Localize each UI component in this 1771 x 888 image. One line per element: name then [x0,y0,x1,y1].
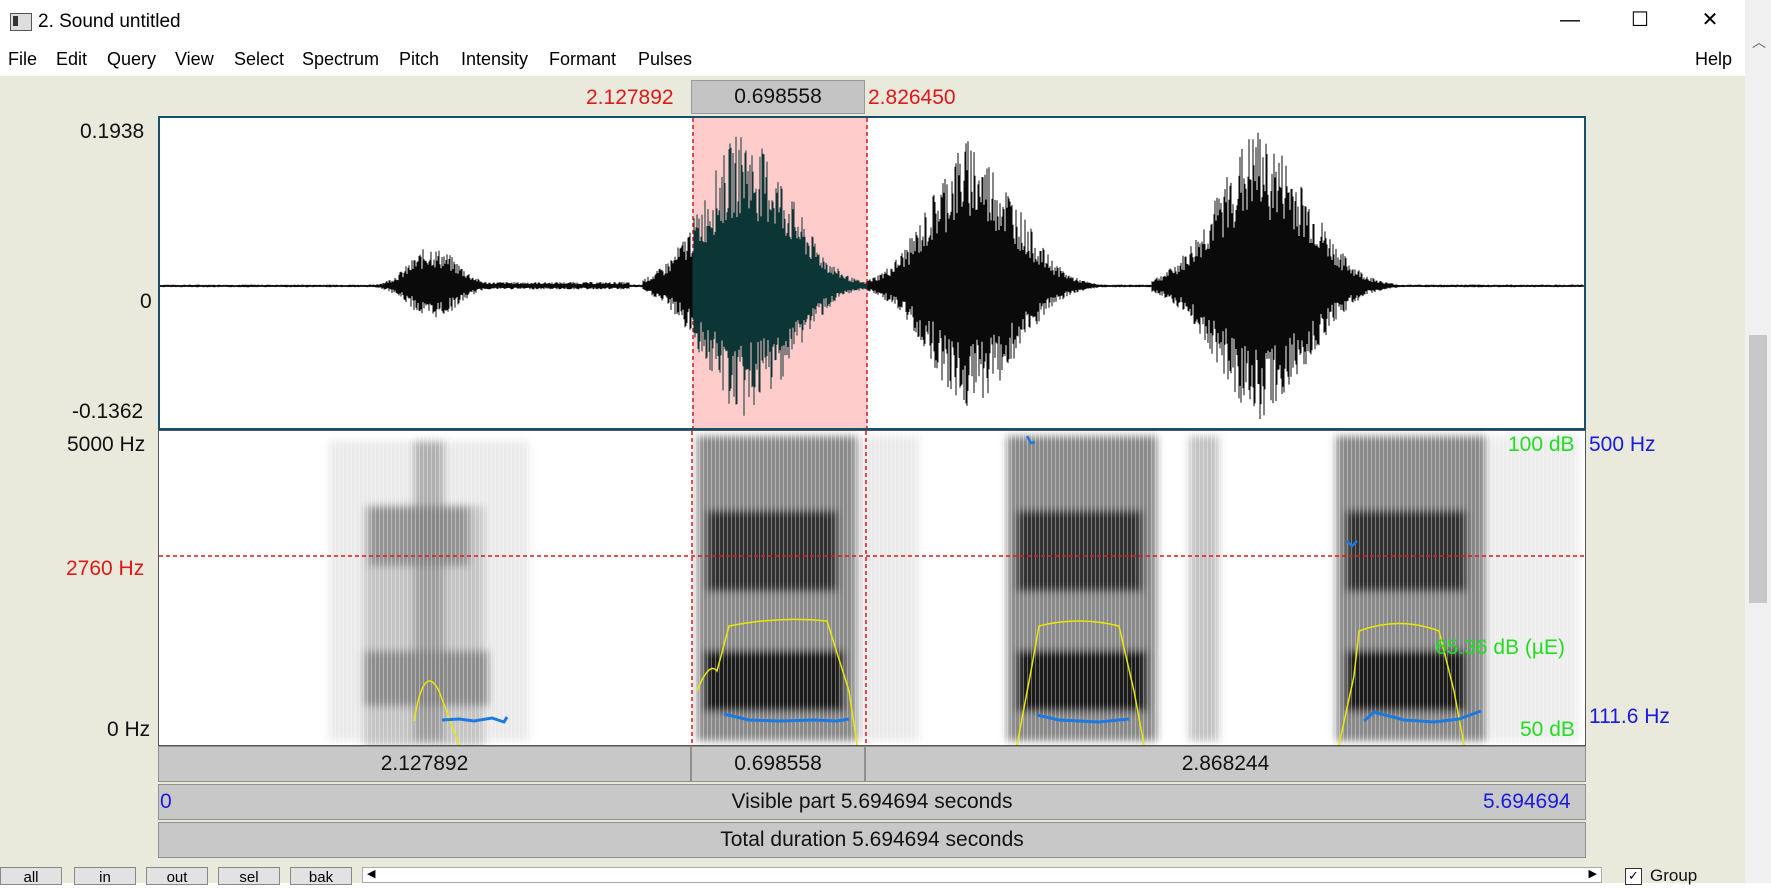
visible-part-label: Visible part 5.694694 seconds [731,790,1013,813]
group-label: Group [1650,866,1698,885]
menu-query[interactable]: Query [107,49,156,70]
pitch-value-label: 111.6 Hz [1589,705,1670,728]
menu-pitch[interactable]: Pitch [399,49,439,70]
menu-select[interactable]: Select [234,49,284,70]
waveform-svg [160,118,1584,428]
intensity-top-label: 100 dB [1508,433,1575,456]
spectrogram-cursor-freq-label: 2760 Hz [66,557,145,580]
menu-bar: File Edit Query View Select Spectrum Pit… [0,40,1745,76]
menu-pulses[interactable]: Pulses [638,49,692,70]
menu-file[interactable]: File [8,49,37,70]
menu-help[interactable]: Help [1695,49,1732,70]
intensity-bottom-label: 50 dB [1520,718,1575,741]
visible-part-bar[interactable]: Visible part 5.694694 seconds [158,784,1586,820]
menu-edit[interactable]: Edit [56,49,87,70]
waveform-panel[interactable] [158,116,1586,430]
zoom-in-button[interactable]: in [74,867,136,886]
app-icon [10,13,32,31]
scroll-left-arrow-icon[interactable]: ◀ [367,867,375,880]
zoom-out-button[interactable]: out [146,867,208,886]
scroll-right-arrow-icon[interactable]: ▶ [1589,867,1597,880]
minimize-button[interactable]: — [1535,0,1605,40]
waveform-ymin-label: -0.1362 [72,400,144,423]
zoom-all-button[interactable]: all [0,867,62,886]
window-title: 2. Sound untitled [38,11,181,32]
waveform-ymax-label: 0.1938 [80,120,145,143]
group-checkbox[interactable]: ✓ [1625,868,1642,885]
spectrogram-striations [159,431,1585,745]
menu-view[interactable]: View [175,49,214,70]
scrollbar-thumb[interactable] [1749,335,1767,603]
zoom-sel-button[interactable]: sel [218,867,280,886]
segment-left-duration[interactable]: 2.127892 [158,746,691,782]
vertical-scrollbar[interactable]: ︿ [1745,0,1771,883]
scroll-up-arrow-icon[interactable]: ︿ [1752,32,1766,52]
total-duration-bar[interactable]: Total duration 5.694694 seconds [158,822,1586,858]
close-button[interactable]: ✕ [1675,0,1745,40]
waveform-zero-label: 0 [140,290,152,313]
horizontal-scrollbar[interactable]: ◀ ▶ [362,867,1602,883]
segment-right-duration[interactable]: 2.868244 [865,746,1586,782]
zoom-back-button[interactable]: bak [290,867,352,886]
visible-start-label: 0 [160,790,172,813]
menu-formant[interactable]: Formant [549,49,616,70]
title-bar: 2. Sound untitled — ☐ ✕ [0,0,1771,40]
spectrogram-panel[interactable] [158,430,1586,746]
segment-selected-duration[interactable]: 0.698558 [691,746,865,782]
waveform-signal [160,132,1584,419]
maximize-button[interactable]: ☐ [1605,0,1675,40]
visible-end-label: 5.694694 [1483,790,1571,813]
spectrogram-freq-bottom-label: 0 Hz [107,718,151,741]
selection-duration-label[interactable]: 0.698558 [691,80,865,114]
spectrogram-freq-top-label: 5000 Hz [67,433,146,456]
intensity-value-label: 65.36 dB (µE) [1435,636,1565,659]
spectrogram-svg [159,431,1585,745]
selection-end-label: 2.826450 [868,86,956,109]
selection-start-label: 2.127892 [586,86,674,109]
menu-spectrum[interactable]: Spectrum [302,49,379,70]
pitch-top-label: 500 Hz [1589,433,1656,456]
menu-intensity[interactable]: Intensity [461,49,528,70]
